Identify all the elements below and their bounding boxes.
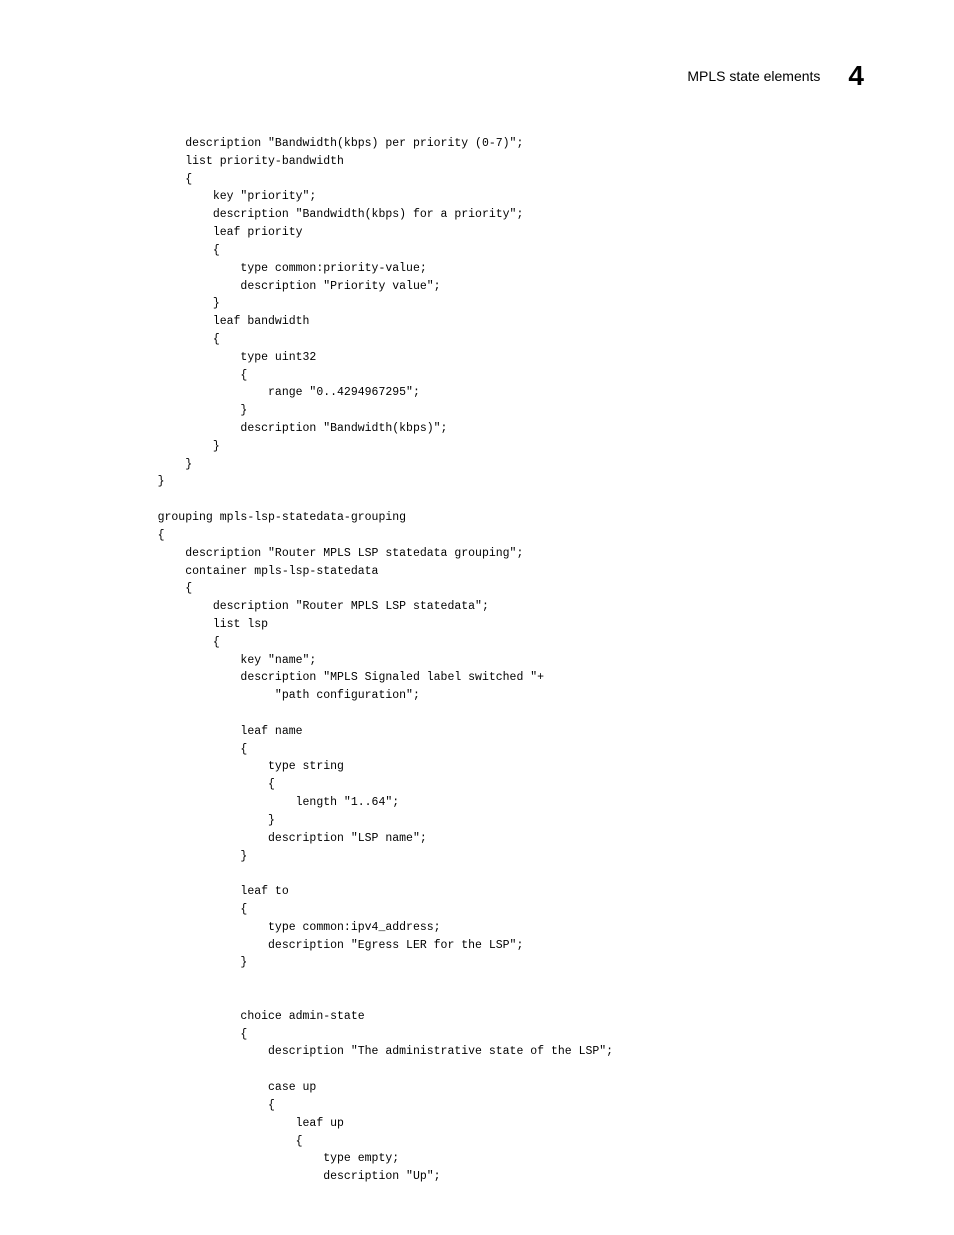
page: MPLS state elements 4 description "Bandw… [0,0,954,1235]
code-block: description "Bandwidth(kbps) per priorit… [130,135,874,1186]
chapter-number: 4 [848,60,864,92]
page-header: MPLS state elements 4 [687,60,864,92]
section-title: MPLS state elements [687,68,820,84]
